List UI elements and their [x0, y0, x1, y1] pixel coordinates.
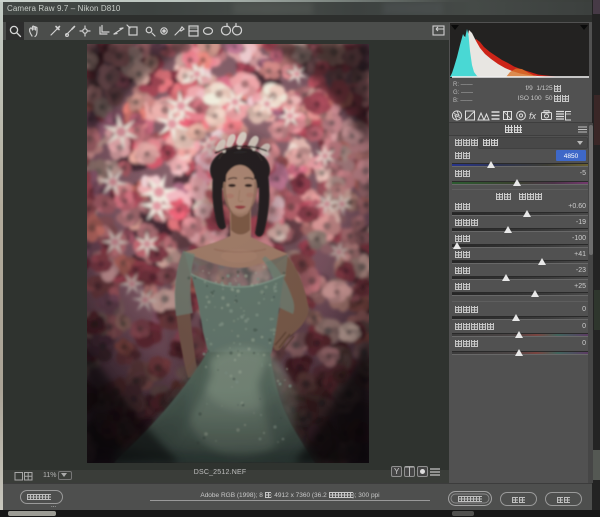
svg-text:fx: fx — [529, 111, 537, 121]
